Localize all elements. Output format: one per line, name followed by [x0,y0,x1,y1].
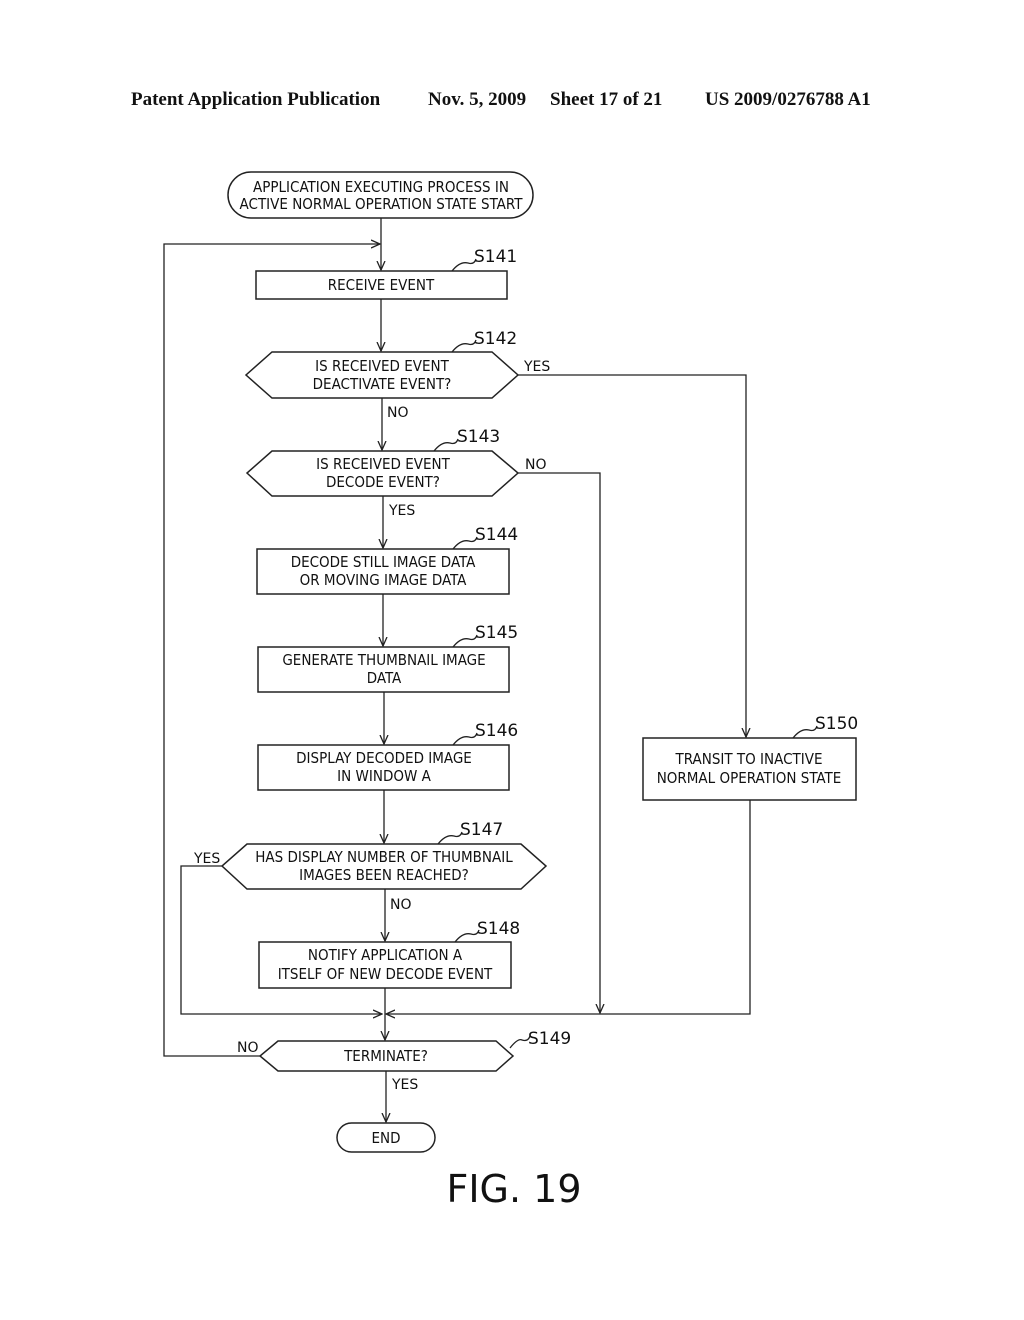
s146-text-line2: IN WINDOW A [337,767,431,785]
decision-s143: IS RECEIVED EVENT DECODE EVENT? S143 NO … [245,427,547,519]
s145-text-line1: GENERATE THUMBNAIL IMAGE [282,651,485,669]
step-s144: DECODE STILL IMAGE DATA OR MOVING IMAGE … [256,525,518,595]
start-text-line2: ACTIVE NORMAL OPERATION STATE START [240,195,524,213]
s150-label: S150 [815,714,858,734]
connector-s143-no-merge [518,472,600,1013]
s148-text-line1: NOTIFY APPLICATION A [308,946,463,964]
step-s146: DISPLAY DECODED IMAGE IN WINDOW A S146 [257,721,518,791]
decision-s142: IS RECEIVED EVENT DEACTIVATE EVENT? S142… [244,329,550,421]
s142-label: S142 [474,329,517,349]
s143-leader [433,438,459,452]
s145-leader [452,634,478,648]
s149-yes-label: YES [391,1077,418,1093]
decision-s149: TERMINATE? S149 NO YES [237,1029,571,1093]
start-terminal: APPLICATION EXECUTING PROCESS IN ACTIVE … [227,171,534,219]
s142-yes-label: YES [523,359,550,375]
s141-leader [451,258,477,272]
s149-leader [509,1035,531,1049]
end-terminal: END [336,1122,436,1153]
s149-no-label: NO [237,1040,259,1056]
s148-leader [454,929,480,943]
s143-yes-label: YES [388,503,415,519]
s142-text-line1: IS RECEIVED EVENT [315,357,449,375]
s147-no-label: NO [390,897,412,913]
s146-leader [452,732,478,746]
s147-yes-label: YES [193,851,220,867]
s144-label: S144 [475,525,518,545]
step-s141: RECEIVE EVENT S141 [255,247,517,300]
end-text: END [371,1129,400,1147]
start-text-line1: APPLICATION EXECUTING PROCESS IN [253,178,509,196]
step-s148: NOTIFY APPLICATION A ITSELF OF NEW DECOD… [258,919,520,989]
s150-leader [792,725,818,739]
connector-s142-yes-s150 [518,374,746,737]
s148-text-line2: ITSELF OF NEW DECODE EVENT [278,965,493,983]
flowchart: APPLICATION EXECUTING PROCESS IN ACTIVE … [163,171,858,1211]
s147-text-line2: IMAGES BEEN REACHED? [299,866,469,884]
s147-text-line1: HAS DISPLAY NUMBER OF THUMBNAIL [255,848,513,866]
s143-no-label: NO [525,457,547,473]
step-s145: GENERATE THUMBNAIL IMAGE DATA S145 [257,623,518,693]
s150-text-line2: NORMAL OPERATION STATE [657,769,842,787]
s148-label: S148 [477,919,520,939]
s145-text-line2: DATA [367,669,402,687]
s149-label: S149 [528,1029,571,1049]
s141-text: RECEIVE EVENT [328,276,435,294]
s146-text-line1: DISPLAY DECODED IMAGE [296,749,472,767]
s142-text-line2: DEACTIVATE EVENT? [313,375,452,393]
s142-leader [451,339,477,353]
s144-text-line2: OR MOVING IMAGE DATA [300,571,467,589]
s147-leader [437,831,463,845]
s143-text-line2: DECODE EVENT? [326,473,440,491]
s144-leader [452,536,478,550]
s150-text-line1: TRANSIT TO INACTIVE [675,750,823,768]
s144-text-line1: DECODE STILL IMAGE DATA [291,553,476,571]
s146-label: S146 [475,721,518,741]
s141-label: S141 [474,247,517,267]
s145-label: S145 [475,623,518,643]
s143-label: S143 [457,427,500,447]
s149-text: TERMINATE? [343,1047,428,1065]
s147-label: S147 [460,820,503,840]
figure-label: FIG. 19 [446,1167,581,1211]
decision-s147: HAS DISPLAY NUMBER OF THUMBNAIL IMAGES B… [193,820,548,913]
s142-no-label: NO [387,405,409,421]
s143-text-line1: IS RECEIVED EVENT [316,455,450,473]
step-s150: TRANSIT TO INACTIVE NORMAL OPERATION STA… [642,714,858,801]
